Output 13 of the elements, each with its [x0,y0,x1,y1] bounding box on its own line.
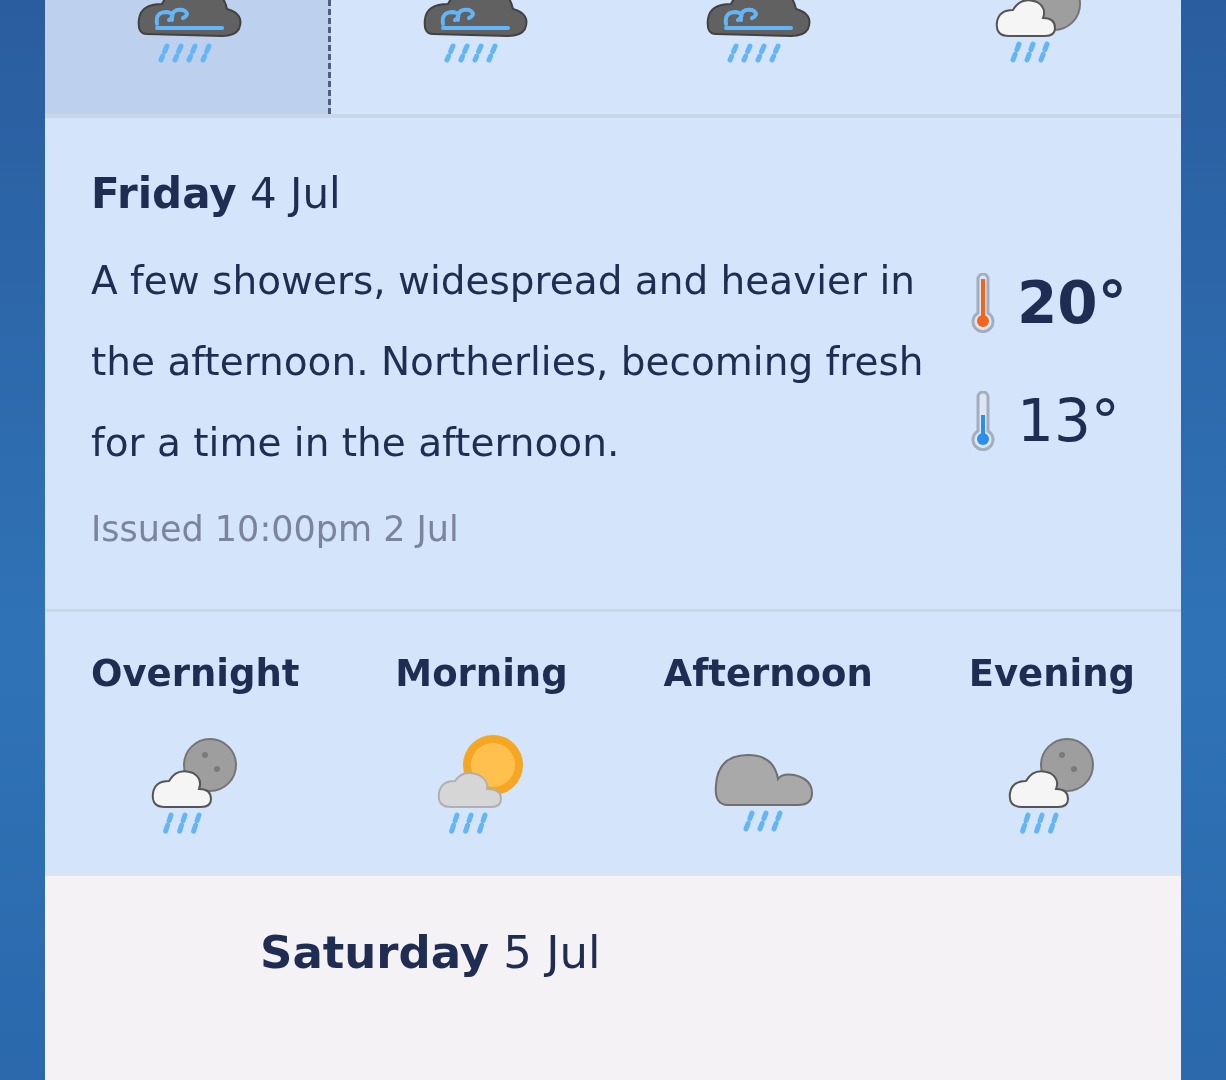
forecast-summary: A few showers, widespread and heavier in the afternoon. Northerlies, becoming fresh for a time in the afternoon. [91,257,925,467]
day-heading: Saturday 5 Jul [260,926,602,979]
period-label: Afternoon [663,652,873,695]
low-thermometer-icon [971,390,995,451]
period-label: Overnight [91,652,300,695]
high-thermometer-icon [971,272,995,333]
time-slot-tab[interactable] [45,0,332,114]
low-temperature: 13° [1017,386,1120,455]
day-heading: Friday 4 Jul [91,168,342,220]
high-temperature: 20° [1017,268,1127,337]
period-label: Evening [968,652,1135,695]
period-label: Morning [395,652,568,695]
issued-time: Issued 10:00pm 2 Jul [91,509,460,549]
